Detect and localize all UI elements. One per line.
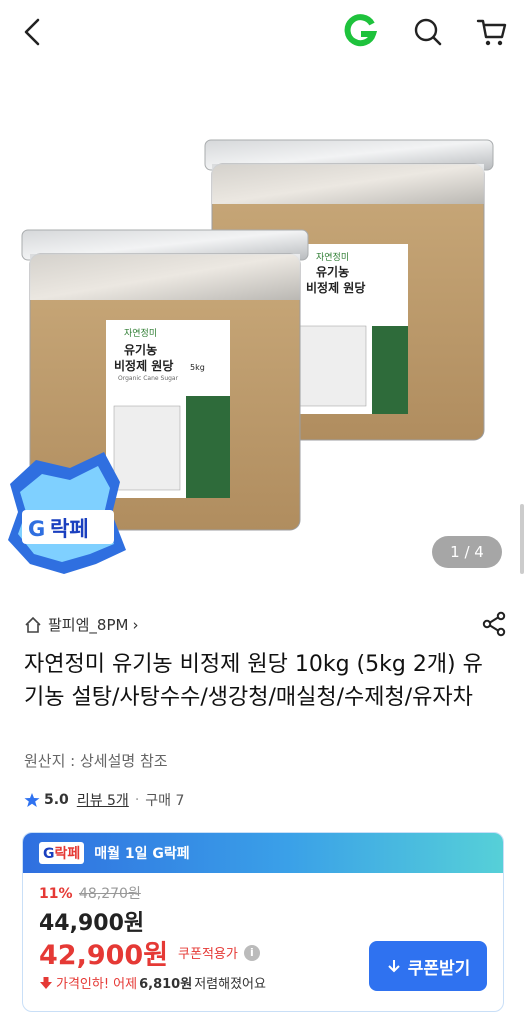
chevron-right-icon: › [132, 615, 139, 634]
coupon-price-label: 쿠폰적용가 [178, 947, 238, 962]
coupon-price-row: 42,900원 쿠폰적용가 i [39, 933, 260, 972]
coupon-price: 42,900원 [39, 940, 169, 971]
svg-text:5kg: 5kg [190, 363, 205, 372]
price-drop-suffix: 저렴해졌어요 [194, 977, 266, 992]
down-arrow-icon [40, 976, 52, 989]
separator-dot: · [134, 792, 140, 808]
grakpe-badge: G락페 [39, 842, 85, 864]
rating-score: 5.0 [44, 792, 69, 808]
svg-text:비정제 원당: 비정제 원당 [306, 280, 365, 295]
seller-link[interactable]: 팔피엠_8PM › [24, 614, 138, 635]
promo-price-box: G락페 매월 1일 G락페 11% 48,270원 44,900원 42,900… [22, 832, 504, 1012]
svg-text:Organic Cane Sugar: Organic Cane Sugar [118, 375, 179, 382]
info-icon[interactable]: i [243, 944, 260, 961]
search-button[interactable] [408, 12, 448, 52]
back-button[interactable] [12, 12, 52, 52]
product-image: 자연정미 유기농 비정제 원당 자연정미 유기농 비정제 원당 5kg Orga… [8, 139, 494, 574]
top-bar [0, 0, 526, 64]
cart-button[interactable] [472, 12, 512, 52]
promo-header: G락페 매월 1일 G락페 [23, 833, 503, 873]
image-page-indicator: 1 / 4 [432, 536, 502, 568]
gmarket-g-icon [344, 14, 378, 47]
purchase-count: 구매 7 [145, 793, 185, 809]
promo-header-text: 매월 1일 G락페 [94, 846, 190, 862]
download-icon [388, 960, 400, 973]
price-drop-prefix: 가격인하! 어제 [56, 977, 138, 992]
star-icon [24, 793, 40, 807]
svg-text:G: G [28, 517, 45, 541]
svg-text:유기농: 유기농 [316, 264, 349, 279]
get-coupon-button[interactable]: 쿠폰받기 [369, 941, 487, 991]
origin-text: 원산지 : 상세설명 참조 [24, 752, 168, 770]
svg-text:유기농: 유기농 [124, 342, 157, 357]
price-drop-notice: 가격인하! 어제 6,810원 저렴해졌어요 [39, 973, 266, 992]
discount-rate: 11% [39, 886, 73, 902]
discount-row: 11% 48,270원 [39, 883, 141, 903]
product-title: 자연정미 유기농 비정제 원당 10kg (5kg 2개) 유기농 설탕/사탕수… [24, 652, 483, 710]
share-icon[interactable] [480, 610, 508, 638]
seller-name: 팔피엠_8PM [48, 616, 129, 634]
cart-icon [476, 19, 507, 46]
svg-text:락페: 락페 [50, 517, 89, 541]
store-home-icon [25, 616, 41, 633]
svg-text:자연정미: 자연정미 [316, 252, 349, 263]
scrollbar[interactable] [520, 504, 524, 574]
price-drop-amount: 6,810원 [139, 977, 193, 992]
grakpe-sticker: G 락페 [8, 452, 126, 574]
original-price: 48,270원 [78, 886, 141, 902]
get-coupon-label: 쿠폰받기 [407, 958, 471, 979]
review-count-link[interactable]: 리뷰 5개 [77, 790, 129, 810]
search-icon [414, 18, 442, 46]
chevron-left-icon [24, 18, 40, 46]
product-image-gallery[interactable]: 자연정미 유기농 비정제 원당 자연정미 유기농 비정제 원당 5kg Orga… [0, 64, 526, 590]
gmarket-logo-button[interactable] [340, 12, 380, 52]
rating-row: 5.0 리뷰 5개 · 구매 7 [24, 790, 184, 810]
svg-text:자연정미: 자연정미 [124, 328, 157, 339]
svg-text:비정제 원당: 비정제 원당 [114, 358, 173, 373]
